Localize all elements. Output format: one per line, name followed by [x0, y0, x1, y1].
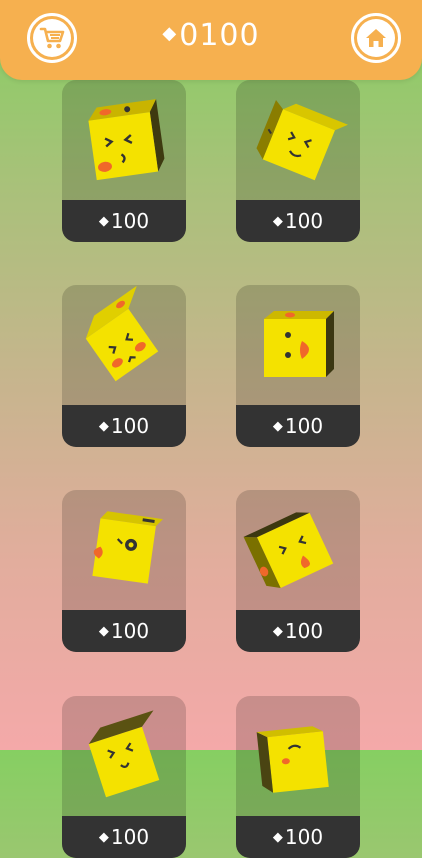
diamond-icon: ◆: [272, 213, 283, 229]
shop-item-card[interactable]: ◆ 100: [236, 490, 360, 652]
diamond-icon: ◆: [272, 418, 283, 434]
shop-item-card[interactable]: ◆ 100: [236, 285, 360, 447]
cube-preview: [243, 512, 334, 589]
shop-item-card[interactable]: ◆ 100: [62, 285, 186, 447]
shop-item-card[interactable]: ◆ 100: [62, 80, 186, 242]
cube-preview: [85, 285, 159, 382]
item-price: 100: [284, 209, 324, 233]
shop-item-card[interactable]: ◆ 100: [62, 490, 186, 652]
cube-preview: [92, 511, 163, 584]
price-tag: ◆ 100: [236, 405, 360, 447]
price-tag: ◆ 100: [62, 200, 186, 242]
diamond-icon: ◆: [98, 829, 109, 845]
balance-value: 0100: [179, 18, 260, 53]
item-price: 100: [284, 619, 324, 643]
price-tag: ◆ 100: [62, 405, 186, 447]
diamond-icon: ◆: [98, 213, 109, 229]
cube-preview: [88, 99, 165, 181]
item-price: 100: [110, 825, 150, 849]
diamond-icon: ◆: [98, 418, 109, 434]
item-price: 100: [284, 414, 324, 438]
shop-item-card[interactable]: ◆ 100: [236, 80, 360, 242]
item-price: 100: [110, 209, 150, 233]
item-price: 100: [284, 825, 324, 849]
shop-item-card[interactable]: ◆ 100: [62, 696, 186, 858]
price-tag: ◆ 100: [62, 610, 186, 652]
item-price: 100: [110, 414, 150, 438]
home-button[interactable]: [351, 13, 401, 63]
cube-preview: [264, 311, 334, 377]
cube-preview: [88, 710, 160, 798]
price-tag: ◆ 100: [62, 816, 186, 858]
top-bar: ◆0100: [0, 0, 422, 80]
diamond-icon: ◆: [272, 829, 283, 845]
diamond-icon: ◆: [272, 623, 283, 639]
home-icon: [357, 19, 395, 57]
item-price: 100: [110, 619, 150, 643]
cube-preview: [256, 99, 348, 181]
price-tag: ◆ 100: [236, 610, 360, 652]
price-tag: ◆ 100: [236, 200, 360, 242]
diamond-icon: ◆: [98, 623, 109, 639]
diamond-icon: ◆: [162, 23, 178, 44]
shop-item-card[interactable]: ◆ 100: [236, 696, 360, 858]
cube-preview: [256, 726, 329, 793]
price-tag: ◆ 100: [236, 816, 360, 858]
